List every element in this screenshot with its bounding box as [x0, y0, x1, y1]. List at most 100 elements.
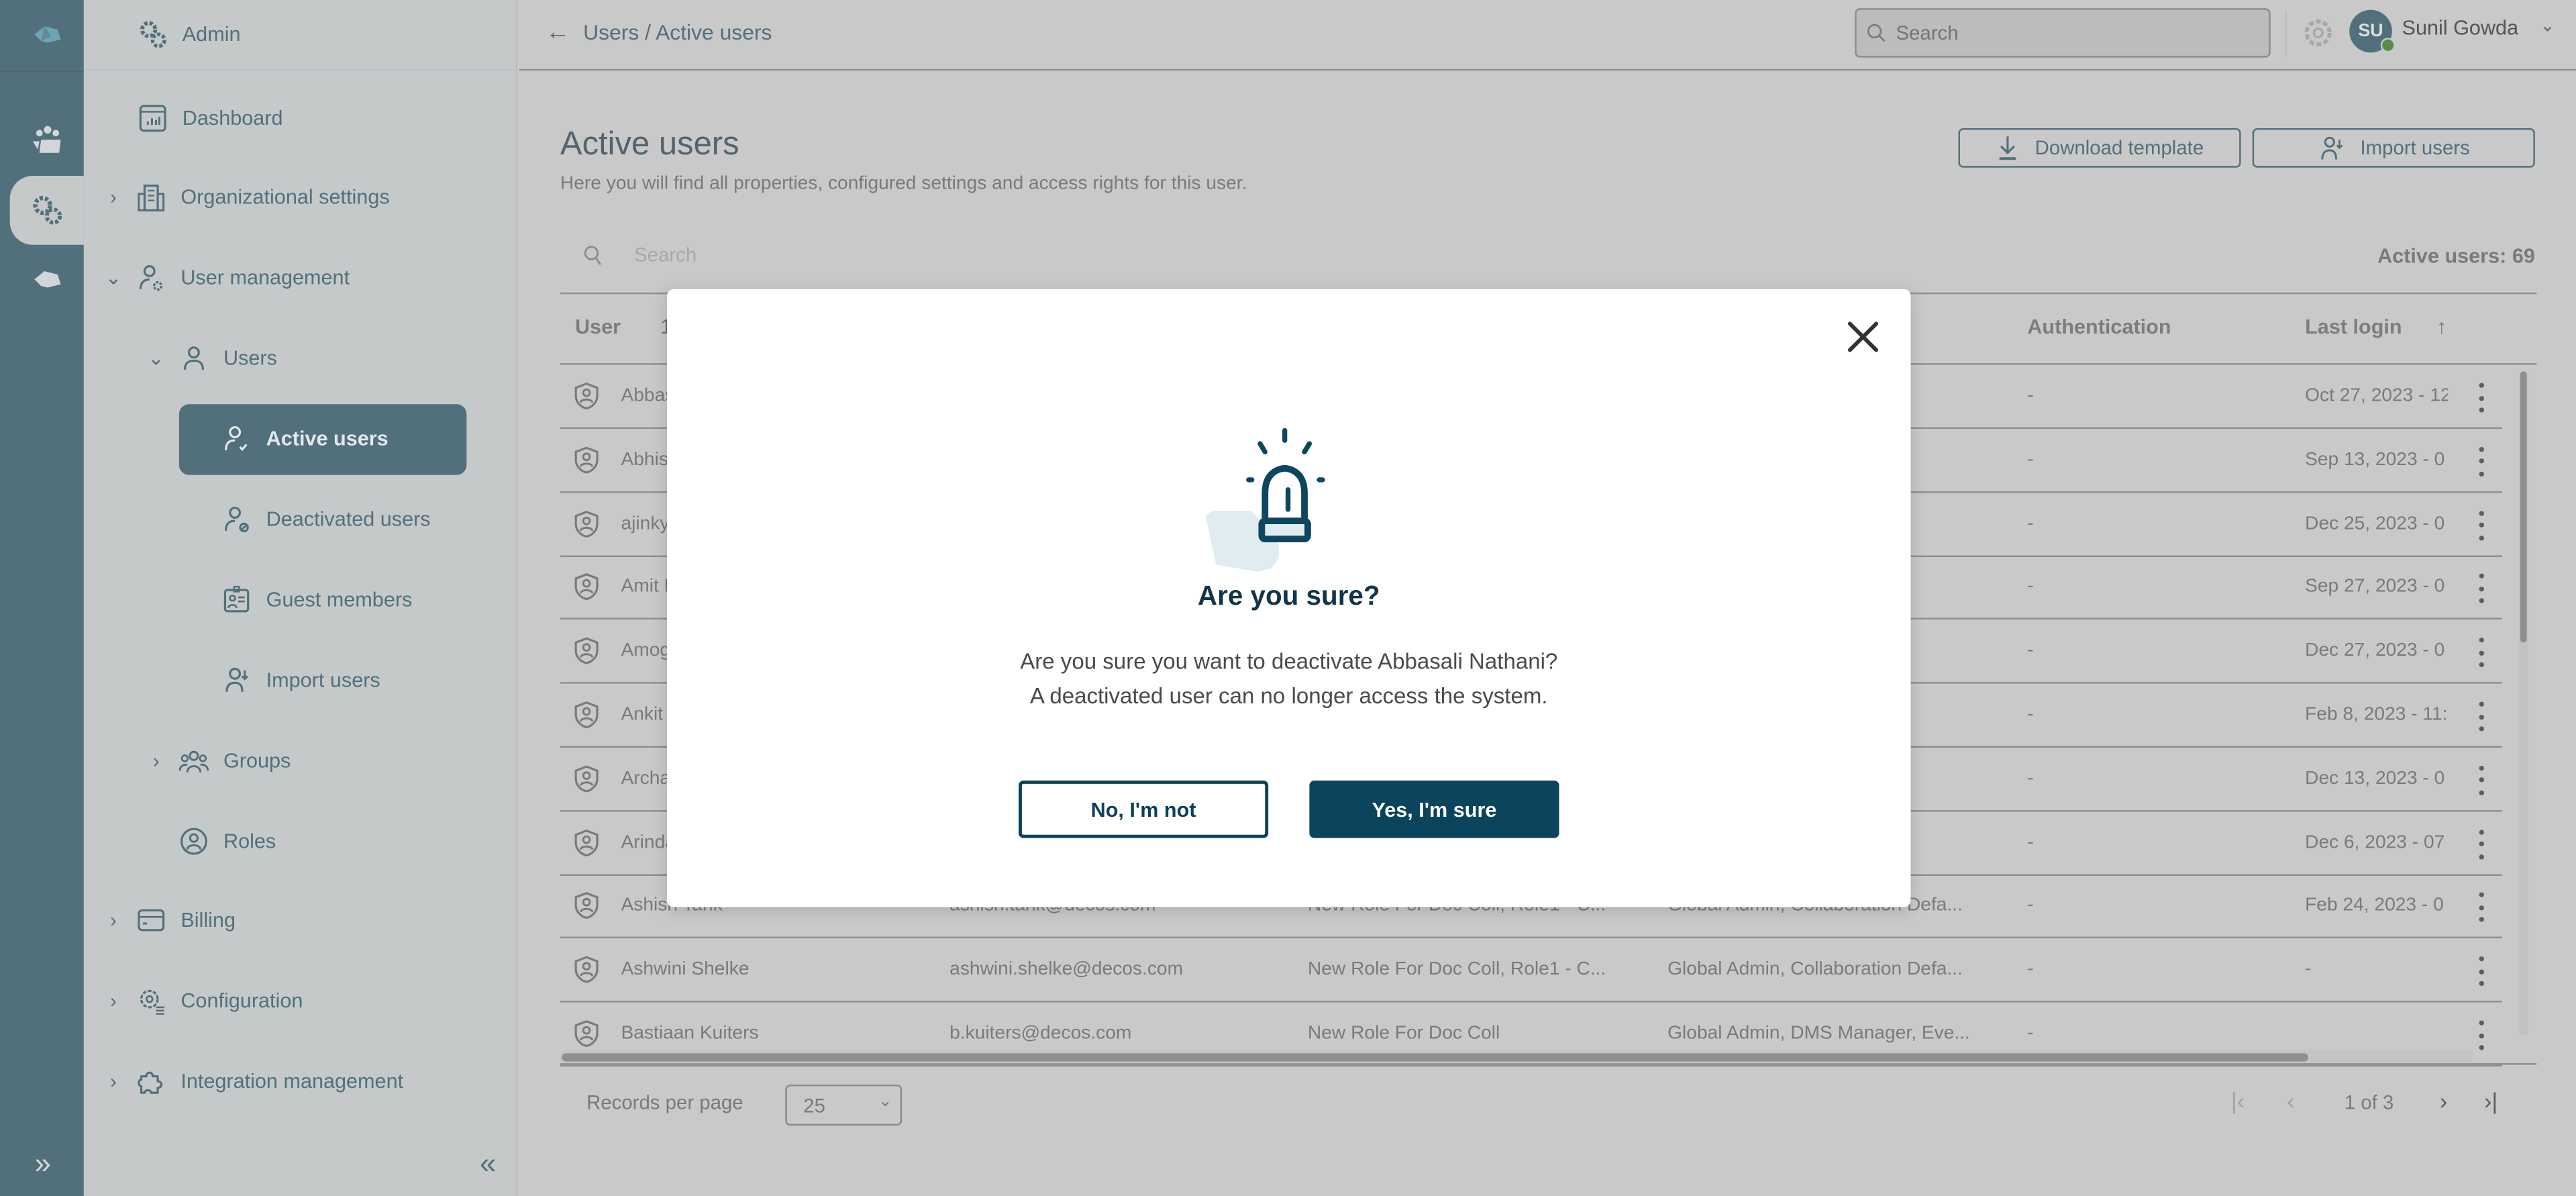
previous-page-icon[interactable]: ‹: [2287, 1088, 2294, 1114]
sidebar-item-import-users[interactable]: Import users: [220, 664, 380, 697]
sidebar-item-roles[interactable]: Roles: [177, 825, 276, 858]
app-logo-icon[interactable]: [10, 0, 84, 69]
row-actions-icon[interactable]: [2473, 765, 2489, 795]
page-indicator: 1 of 3: [2344, 1091, 2394, 1115]
vertical-scrollbar[interactable]: [2518, 371, 2529, 1036]
row-actions-icon[interactable]: [2473, 1020, 2489, 1050]
cell-auth: -: [2027, 896, 2034, 916]
dialog-message: Are you sure you want to deactivate Abba…: [667, 646, 1910, 713]
cell-auth: -: [2027, 1024, 2034, 1044]
last-page-icon[interactable]: ›|: [2484, 1088, 2497, 1114]
sidebar-item-user-management[interactable]: ⌄ User management: [102, 261, 350, 294]
scrollbar-thumb[interactable]: [562, 1053, 2309, 1062]
admin-settings-icon[interactable]: [9, 175, 84, 245]
download-template-button[interactable]: Download template: [1958, 128, 2241, 168]
cell-user[interactable]: Ashwini Shelke: [621, 960, 749, 979]
group-icon: [177, 744, 210, 777]
dashboard-icon: [136, 102, 169, 135]
horizontal-scrollbar[interactable]: [560, 1050, 2473, 1064]
user-blocked-icon: [220, 503, 253, 536]
table-search-input[interactable]: Search: [634, 243, 697, 266]
collaboration-icon[interactable]: [10, 105, 84, 175]
user-shield-icon: [574, 956, 599, 983]
chevron-down-icon[interactable]: ⌄: [2540, 15, 2555, 36]
row-actions-icon[interactable]: [2473, 956, 2489, 987]
role-icon: [177, 825, 210, 858]
global-search[interactable]: [1855, 8, 2271, 58]
chevron-right-icon[interactable]: ›: [102, 989, 125, 1012]
sidebar-item-billing[interactable]: › Billing: [102, 904, 236, 937]
chevron-right-icon[interactable]: ›: [102, 1070, 125, 1093]
cell-auth: -: [2027, 960, 2034, 980]
first-page-icon[interactable]: |‹: [2231, 1088, 2245, 1114]
breadcrumb-text[interactable]: Users / Active users: [583, 19, 772, 44]
building-icon: [135, 181, 168, 213]
table-search[interactable]: Search: [583, 243, 697, 266]
chevron-down-icon: ⌄: [878, 1093, 892, 1111]
user-shield-icon: [574, 828, 599, 856]
confirm-deactivate-dialog: Are you sure? Are you sure you want to d…: [667, 289, 1911, 907]
cell-user[interactable]: Bastiaan Kuiters: [621, 1024, 758, 1043]
row-actions-icon[interactable]: [2473, 893, 2489, 923]
expand-rail-icon[interactable]: »: [23, 1147, 62, 1180]
sidebar-item-organizational-settings[interactable]: › Organizational settings: [102, 181, 390, 213]
cancel-button[interactable]: No, I'm not: [1019, 780, 1269, 838]
user-shield-icon: [574, 446, 599, 474]
next-page-icon[interactable]: ›: [2440, 1088, 2447, 1114]
row-actions-icon[interactable]: [2473, 510, 2489, 540]
cell-last-login: Feb 24, 2023 - 0: [2305, 896, 2444, 916]
user-name[interactable]: Sunil Gowda: [2402, 16, 2519, 39]
chevron-down-icon[interactable]: ⌄: [144, 347, 167, 370]
global-search-input[interactable]: [1892, 19, 2222, 46]
chevron-right-icon[interactable]: ›: [144, 749, 167, 772]
app-switcher-logo-icon[interactable]: [10, 245, 84, 314]
close-icon[interactable]: [1845, 319, 1882, 355]
user-shield-icon: [574, 764, 599, 793]
cell-auth: -: [2027, 832, 2034, 852]
sidebar-item-deactivated-users[interactable]: Deactivated users: [220, 503, 431, 536]
header-divider: [2285, 9, 2287, 56]
user-shield-icon: [574, 1019, 599, 1048]
row-actions-icon[interactable]: [2473, 701, 2489, 732]
row-actions-icon[interactable]: [2473, 638, 2489, 668]
records-per-page-select[interactable]: 25 ⌄: [785, 1084, 903, 1126]
cell-email: b.kuiters@decos.com: [949, 1024, 1132, 1044]
sidebar-item-users[interactable]: ⌄ Users: [144, 342, 277, 375]
sidebar-item-dashboard[interactable]: Dashboard: [136, 102, 283, 135]
row-actions-icon[interactable]: [2473, 383, 2489, 413]
user-shield-icon: [574, 509, 599, 538]
chevron-right-icon[interactable]: ›: [102, 186, 125, 209]
alarm-siren-icon: [1190, 424, 1387, 572]
row-actions-icon[interactable]: [2473, 829, 2489, 859]
sidebar-item-label: User management: [181, 266, 350, 289]
cell-last-login: Sep 27, 2023 - 0: [2305, 577, 2445, 597]
sidebar-item-configuration[interactable]: › Configuration: [102, 985, 303, 1017]
import-users-button[interactable]: Import users: [2252, 128, 2535, 168]
chevron-right-icon[interactable]: ›: [102, 909, 125, 932]
confirm-deactivate-button[interactable]: Yes, I'm sure: [1309, 780, 1559, 838]
cell-last-login: -: [2305, 960, 2312, 980]
scrollbar-thumb[interactable]: [2520, 371, 2527, 643]
sidebar-item-active-users[interactable]: Active users: [220, 422, 389, 455]
back-arrow-icon[interactable]: ←: [546, 18, 570, 46]
dialog-message-line: A deactivated user can no longer access …: [1029, 683, 1548, 708]
sidebar-item-label: Guest members: [266, 588, 413, 611]
chevron-down-icon[interactable]: ⌄: [102, 266, 125, 289]
gears-icon: [136, 18, 169, 51]
app-rail: »: [0, 0, 84, 1196]
settings-gear-icon[interactable]: [2298, 13, 2338, 53]
sidebar-item-groups[interactable]: › Groups: [144, 744, 291, 777]
row-actions-icon[interactable]: [2473, 574, 2489, 604]
sidebar-item-integration-management[interactable]: › Integration management: [102, 1065, 403, 1098]
column-header-user[interactable]: User: [575, 315, 621, 338]
sort-ascending-icon[interactable]: ↑: [2436, 315, 2446, 338]
column-header-last-login[interactable]: Last login: [2305, 315, 2402, 338]
admin-sidebar: Admin Dashboard › Organizational setting…: [83, 0, 518, 1196]
column-header-authentication[interactable]: Authentication: [2027, 315, 2171, 338]
row-actions-icon[interactable]: [2473, 446, 2489, 477]
sidebar-item-guest-members[interactable]: Guest members: [220, 583, 412, 616]
collapse-sidebar-icon[interactable]: «: [472, 1147, 505, 1180]
table-row[interactable]: Ashwini Shelke ashwini.shelke@decos.com Ne…: [560, 938, 2502, 1003]
user-shield-icon: [574, 382, 599, 410]
sidebar-item-label: Dashboard: [182, 107, 283, 130]
